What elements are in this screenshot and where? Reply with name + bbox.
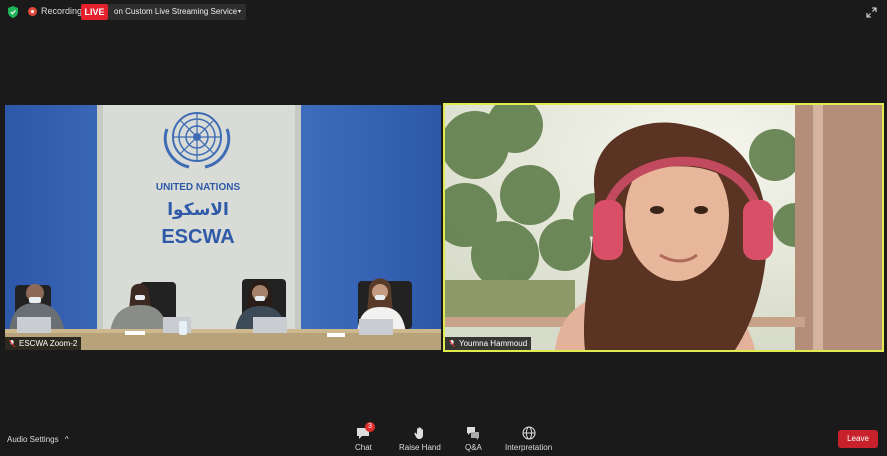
interpretation-button[interactable]: Interpretation [505,426,552,452]
chevron-down-icon: ▾ [237,9,241,15]
mic-muted-icon [449,340,455,347]
video-tile-youmna[interactable]: Youmna Hammoud [443,103,884,352]
participant-name: ESCWA Zoom-2 [19,339,78,348]
speaker-video [445,105,882,350]
meeting-toolbar: Audio Settings ^ 3 Chat Raise Hand Q&A I… [0,422,887,456]
globe-icon [522,426,536,440]
raise-hand-label: Raise Hand [399,443,441,452]
streaming-service-dropdown[interactable]: on Custom Live Streaming Service ▾ [108,4,246,20]
qa-icon [467,427,480,440]
chat-badge: 3 [365,422,375,432]
video-tile-escwa[interactable]: UNITED NATIONS الاسكوا ESCWA ESCWA Zoom-… [5,105,441,350]
audio-settings-button[interactable]: Audio Settings ^ [7,435,69,444]
mic-muted-icon [9,340,15,347]
backdrop-org-acronym: ESCWA [161,226,234,248]
backdrop-org-name: UNITED NATIONS [156,182,241,193]
record-icon [28,6,37,16]
chat-label: Chat [355,443,372,452]
chevron-up-icon: ^ [64,435,69,444]
backdrop-org-arabic: الاسكوا [167,200,229,220]
participant-name: Youmna Hammoud [459,339,528,348]
raise-hand-button[interactable]: Raise Hand [399,426,441,452]
top-bar: Recording LIVE on Custom Live Streaming … [0,0,887,26]
hand-icon [414,427,423,439]
leave-button[interactable]: Leave [838,430,878,448]
recording-indicator[interactable]: Recording [28,6,82,16]
live-badge[interactable]: LIVE [81,4,108,20]
qa-label: Q&A [465,443,482,452]
chat-button[interactable]: 3 Chat [355,422,375,452]
participant-name-tag: ESCWA Zoom-2 [5,337,82,350]
streaming-label: on Custom Live Streaming Service [114,7,238,16]
interpretation-label: Interpretation [505,443,553,452]
audio-settings-label: Audio Settings [7,435,59,444]
expand-icon[interactable] [866,7,877,18]
qa-button[interactable]: Q&A [465,426,482,452]
participant-name-tag: Youmna Hammoud [445,337,532,350]
shield-icon[interactable] [8,6,18,18]
conference-room-video: UNITED NATIONS الاسكوا ESCWA [5,105,441,350]
recording-label: Recording [41,6,83,16]
